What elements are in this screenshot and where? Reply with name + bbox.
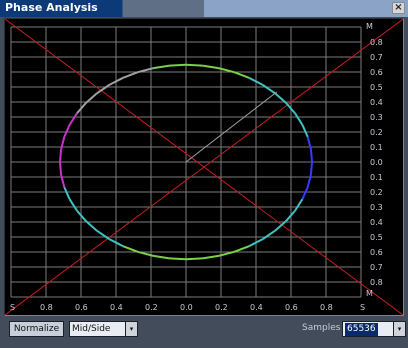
mode-select[interactable]: Mid/Side ▾ bbox=[69, 321, 138, 337]
samples-select[interactable]: 65536 ▾ bbox=[342, 321, 406, 337]
close-button[interactable]: × bbox=[392, 2, 405, 14]
y-tick-label: 0.7 bbox=[370, 263, 383, 272]
x-tick-label: 0.4 bbox=[250, 303, 263, 312]
y-tick-label: 0.1 bbox=[370, 143, 383, 152]
normalize-button[interactable]: Normalize bbox=[9, 321, 64, 337]
bottom-axis-label: M bbox=[366, 289, 373, 298]
x-tick-label: 0.8 bbox=[320, 303, 333, 312]
y-tick-label: 0.5 bbox=[370, 83, 383, 92]
y-tick-label: 0.8 bbox=[370, 38, 383, 47]
trace-segment bbox=[309, 161, 313, 175]
x-tick-label: 0.2 bbox=[215, 303, 228, 312]
phase-analysis-window: Phase Analysis × M M S S 0.8 0.7 0.6 0.5 0.4… bbox=[0, 0, 408, 348]
y-tick-label: 0.1 bbox=[370, 173, 383, 182]
samples-label: Samples bbox=[302, 323, 341, 333]
y-tick-label: 0.4 bbox=[370, 98, 383, 107]
y-tick-label: 0.4 bbox=[370, 218, 383, 227]
x-tick-label: 0.6 bbox=[285, 303, 298, 312]
title-bar[interactable]: Phase Analysis × bbox=[0, 0, 408, 17]
right-axis-label: S bbox=[360, 303, 365, 312]
y-tick-label: 0.6 bbox=[370, 248, 383, 257]
phase-scope: M M S S 0.8 0.7 0.6 0.5 0.4 0.3 0.2 0.1 0.0 0.1 0.… bbox=[5, 19, 403, 315]
window-title: Phase Analysis bbox=[5, 1, 98, 14]
close-icon: × bbox=[394, 2, 403, 13]
x-tick-label: 0.8 bbox=[40, 303, 53, 312]
y-tick-label: 0.0 bbox=[370, 158, 383, 167]
mode-select-value: Mid/Side bbox=[72, 324, 111, 334]
chevron-down-icon: ▾ bbox=[125, 322, 137, 336]
trace-segment bbox=[169, 257, 187, 261]
left-axis-label: S bbox=[10, 303, 15, 312]
y-tick-label: 0.2 bbox=[370, 188, 383, 197]
y-tick-label: 0.6 bbox=[370, 68, 383, 77]
y-tick-label: 0.3 bbox=[370, 203, 383, 212]
trace-segment bbox=[185, 257, 203, 261]
y-tick-label: 0.3 bbox=[370, 113, 383, 122]
trace-segment bbox=[169, 63, 187, 67]
x-tick-label: 0.6 bbox=[75, 303, 88, 312]
x-tick-label: 0.0 bbox=[180, 303, 193, 312]
y-tick-label: 0.8 bbox=[370, 278, 383, 287]
trace-segment bbox=[185, 63, 203, 67]
trace-segment bbox=[309, 149, 313, 163]
samples-select-value: 65536 bbox=[345, 323, 378, 336]
control-bar: Normalize Mid/Side ▾ Samples 65536 ▾ bbox=[0, 318, 408, 348]
chevron-down-icon: ▾ bbox=[393, 322, 405, 336]
x-tick-label: 0.4 bbox=[110, 303, 123, 312]
trace-segment bbox=[59, 161, 63, 175]
x-tick-label: 0.2 bbox=[145, 303, 158, 312]
y-tick-label: 0.2 bbox=[370, 128, 383, 137]
top-axis-label: M bbox=[366, 22, 373, 31]
y-tick-label: 0.7 bbox=[370, 53, 383, 62]
y-tick-label: 0.5 bbox=[370, 233, 383, 242]
trace-segment bbox=[59, 149, 63, 163]
